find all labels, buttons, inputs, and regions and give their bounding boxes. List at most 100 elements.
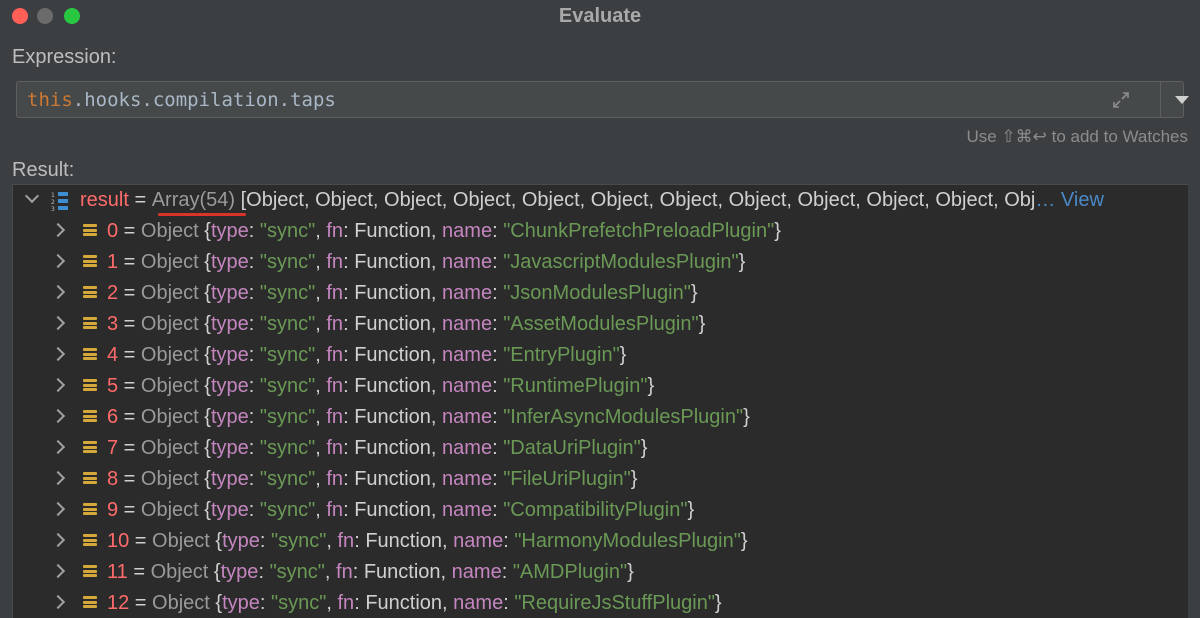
tree-item-row[interactable]: 0 = Object {type: "sync", fn: Function, … (13, 217, 1188, 248)
tree-item-row[interactable]: 5 = Object {type: "sync", fn: Function, … (13, 372, 1188, 403)
item-name: "RuntimePlugin" (503, 375, 648, 398)
tree-item-row[interactable]: 8 = Object {type: "sync", fn: Function, … (13, 465, 1188, 496)
colon: : (343, 220, 355, 243)
equals-sign: = (118, 437, 141, 460)
item-type: Object (140, 220, 199, 243)
array-icon: 1 2 3 (51, 192, 68, 213)
tree-item-row[interactable]: 3 = Object {type: "sync", fn: Function, … (13, 310, 1188, 341)
expand-arrow-icon[interactable] (50, 439, 66, 455)
key-type: type (210, 313, 249, 336)
expand-arrow-icon[interactable] (50, 532, 66, 548)
brace-open: { (209, 530, 223, 553)
item-value-type: "sync" (259, 220, 316, 243)
expand-icon[interactable] (1111, 90, 1131, 110)
svg-text:3: 3 (51, 206, 55, 213)
comma: , (315, 375, 327, 398)
brace-close: } (647, 375, 655, 398)
expand-arrow-icon[interactable] (50, 222, 66, 238)
expand-arrow-icon[interactable] (50, 315, 66, 331)
item-name: "InferAsyncModulesPlugin" (503, 406, 744, 429)
item-value-type: "sync" (271, 592, 327, 615)
item-type: Object (140, 251, 199, 274)
key-fn: fn (326, 468, 344, 491)
svg-text:2: 2 (51, 199, 55, 206)
equals-sign: = (128, 189, 152, 212)
equals-sign: = (118, 220, 141, 243)
item-index: 2 (107, 282, 119, 305)
comma: , (315, 499, 327, 522)
brace-open: { (198, 406, 211, 429)
equals-sign: = (127, 561, 151, 584)
item-type: Object (140, 406, 199, 429)
item-name: "EntryPlugin" (503, 344, 620, 367)
key-type: type (210, 406, 249, 429)
expand-arrow-icon[interactable] (50, 563, 66, 579)
item-value-type: "sync" (259, 406, 316, 429)
equals-sign: = (118, 406, 141, 429)
comma: , (430, 344, 443, 367)
expand-arrow-icon[interactable] (50, 377, 66, 393)
view-link[interactable]: View (1055, 189, 1104, 211)
tree-item-row[interactable]: 7 = Object {type: "sync", fn: Function, … (13, 434, 1188, 465)
tree-item-text: 9 = Object {type: "sync", fn: Function, … (107, 499, 694, 522)
chevron-down-icon[interactable] (1175, 96, 1189, 104)
comma: , (442, 530, 454, 553)
brace-close: } (774, 220, 781, 243)
item-type: Object (140, 437, 199, 460)
collapse-arrow-icon[interactable] (24, 188, 40, 204)
brace-open: { (208, 561, 221, 584)
expand-arrow-icon[interactable] (50, 408, 66, 424)
expand-arrow-icon[interactable] (50, 284, 66, 300)
key-name: name (453, 592, 504, 615)
expression-rest: .hooks.compilation.taps (72, 89, 336, 111)
brace-open: { (198, 375, 211, 398)
svg-text:1: 1 (51, 192, 55, 199)
item-index: 8 (107, 468, 119, 491)
brace-open: { (198, 344, 211, 367)
item-type: Object (150, 561, 209, 584)
expand-arrow-icon[interactable] (50, 594, 66, 610)
comma: , (315, 344, 327, 367)
item-fn: Function (365, 530, 443, 553)
expand-arrow-icon[interactable] (50, 470, 66, 486)
tree-item-row[interactable]: 12 = Object {type: "sync", fn: Function,… (13, 589, 1188, 618)
colon: : (343, 499, 355, 522)
item-index: 4 (107, 344, 119, 367)
item-name: "FileUriPlugin" (503, 468, 631, 491)
tree-item-row[interactable]: 4 = Object {type: "sync", fn: Function, … (13, 341, 1188, 372)
tree-item-row[interactable]: 9 = Object {type: "sync", fn: Function, … (13, 496, 1188, 527)
item-index: 9 (107, 499, 119, 522)
tree-item-row[interactable]: 11 = Object {type: "sync", fn: Function,… (13, 558, 1188, 589)
item-index: 3 (107, 313, 119, 336)
colon: : (248, 251, 260, 274)
tree-item-text: 12 = Object {type: "sync", fn: Function,… (107, 592, 722, 615)
colon: : (343, 313, 355, 336)
expression-keyword: this (27, 89, 73, 111)
expand-arrow-icon[interactable] (50, 253, 66, 269)
tree-item-row[interactable]: 10 = Object {type: "sync", fn: Function,… (13, 527, 1188, 558)
item-value-type: "sync" (269, 561, 325, 584)
expression-input[interactable]: this.hooks.compilation.taps (16, 81, 1189, 118)
colon: : (248, 499, 260, 522)
tree-item-row[interactable]: 2 = Object {type: "sync", fn: Function, … (13, 279, 1188, 310)
expression-text[interactable]: this.hooks.compilation.taps (27, 89, 336, 111)
colon: : (492, 406, 504, 429)
key-type: type (210, 375, 249, 398)
comma: , (324, 561, 337, 584)
key-type: type (210, 344, 249, 367)
result-tree[interactable]: 1 2 3 result = Array(54) [Object, Object… (12, 184, 1188, 618)
expand-arrow-icon[interactable] (50, 501, 66, 517)
expand-arrow-icon[interactable] (50, 346, 66, 362)
key-fn: fn (326, 375, 344, 398)
tree-root-row[interactable]: 1 2 3 result = Array(54) [Object, Object… (13, 186, 1188, 217)
tree-item-text: 11 = Object {type: "sync", fn: Function,… (107, 561, 634, 584)
tree-item-text: 3 = Object {type: "sync", fn: Function, … (107, 313, 705, 336)
tree-item-row[interactable]: 6 = Object {type: "sync", fn: Function, … (13, 403, 1188, 434)
item-value-type: "sync" (259, 437, 316, 460)
key-type: type (222, 530, 260, 553)
tree-item-row[interactable]: 1 = Object {type: "sync", fn: Function, … (13, 248, 1188, 279)
item-fn: Function (354, 251, 431, 274)
tree-item-text: 4 = Object {type: "sync", fn: Function, … (107, 344, 626, 367)
brace-close: } (687, 499, 695, 522)
brace-close: } (698, 313, 706, 336)
